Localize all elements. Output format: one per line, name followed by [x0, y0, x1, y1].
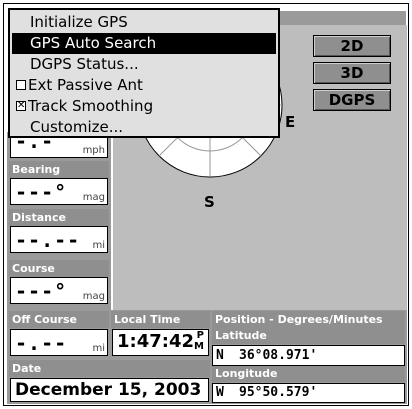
- menu-item-label: Ext Passive Ant: [28, 76, 143, 94]
- menu-item-label: Track Smoothing: [28, 97, 154, 115]
- off-course-unit: mi: [92, 343, 105, 354]
- bearing-unit: mag: [82, 192, 105, 203]
- sky-east-label: E: [285, 113, 296, 131]
- latitude-value-box: N 36°08.971': [212, 345, 405, 366]
- local-time-value-box: 1:47:42 P M: [112, 329, 209, 356]
- local-time-value: 1:47:42: [117, 331, 195, 352]
- ext-passive-ant-checkbox[interactable]: [16, 80, 26, 90]
- title-bar: [274, 11, 406, 25]
- course-value-box: ---° mag: [10, 277, 108, 304]
- bearing-value-box: ---° mag: [10, 178, 108, 205]
- bearing-value: ---°: [15, 180, 68, 204]
- distance-value: --.--: [15, 228, 81, 252]
- course-value: ---°: [15, 279, 68, 303]
- local-time-ampm-bottom: M: [194, 341, 204, 352]
- off-course-value-box: -.-- mi: [10, 329, 108, 356]
- date-value-box: December 15, 2003: [10, 378, 209, 402]
- date-value: December 15, 2003: [15, 380, 202, 400]
- latitude-value: 36°08.971': [239, 348, 318, 363]
- mode-3d-button[interactable]: 3D: [313, 62, 391, 84]
- sky-south-label: S: [204, 193, 215, 211]
- distance-unit: mi: [92, 240, 105, 251]
- longitude-hemisphere: W: [216, 385, 224, 400]
- menu-item-dgps-status[interactable]: DGPS Status...: [12, 54, 276, 75]
- menu-item-label: GPS Auto Search: [30, 34, 157, 52]
- off-course-value: -.--: [15, 331, 68, 355]
- gps-screen: -.- mph Bearing ---° mag Distance --.-- …: [3, 3, 409, 406]
- position-title: Position - Degrees/Minutes: [212, 311, 405, 328]
- menu-item-initialize-gps[interactable]: Initialize GPS: [12, 12, 276, 33]
- gps-options-menu: Initialize GPS GPS Auto Search DGPS Stat…: [8, 8, 280, 138]
- menu-item-label: Initialize GPS: [30, 13, 128, 31]
- menu-item-customize[interactable]: Customize...: [12, 117, 276, 138]
- bearing-label: Bearing: [9, 161, 109, 178]
- date-label: Date: [9, 360, 210, 377]
- mode-dgps-button[interactable]: DGPS: [313, 89, 391, 111]
- menu-item-ext-passive-ant[interactable]: Ext Passive Ant: [12, 75, 276, 96]
- longitude-label: Longitude: [212, 366, 405, 382]
- menu-item-label: Customize...: [30, 118, 124, 136]
- longitude-value: 95°50.579': [239, 385, 318, 400]
- longitude-value-box: W 95°50.579': [212, 383, 405, 403]
- latitude-label: Latitude: [212, 328, 405, 344]
- speed-unit: mph: [82, 145, 105, 156]
- course-unit: mag: [82, 291, 105, 302]
- latitude-hemisphere: N: [216, 348, 224, 363]
- course-label: Course: [9, 260, 109, 277]
- local-time-ampm-top: P: [196, 330, 204, 341]
- track-smoothing-checkbox[interactable]: ✕: [16, 101, 26, 111]
- distance-value-box: --.-- mi: [10, 226, 108, 253]
- local-time-label: Local Time: [111, 311, 210, 328]
- menu-item-gps-auto-search[interactable]: GPS Auto Search: [12, 33, 276, 54]
- distance-label: Distance: [9, 209, 109, 226]
- off-course-label: Off Course: [9, 311, 109, 328]
- mode-2d-button[interactable]: 2D: [313, 35, 391, 57]
- menu-item-track-smoothing[interactable]: ✕ Track Smoothing: [12, 96, 276, 117]
- menu-item-label: DGPS Status...: [30, 55, 139, 73]
